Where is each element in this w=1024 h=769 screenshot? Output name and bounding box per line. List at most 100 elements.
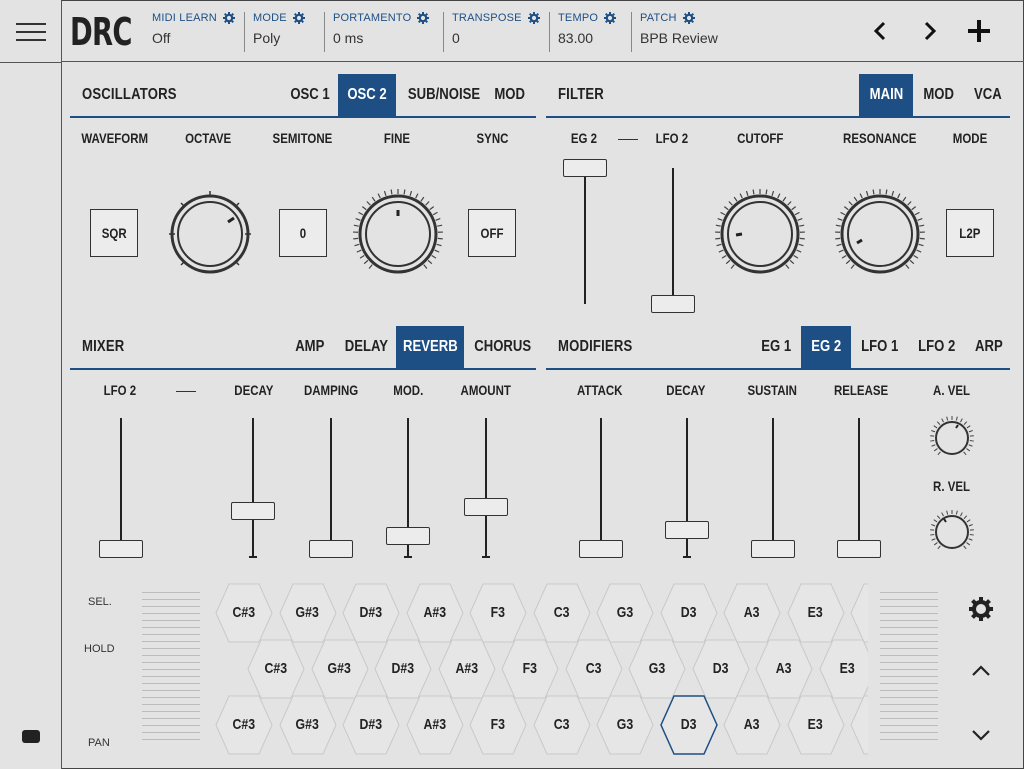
hex-key[interactable]: D3 <box>691 638 751 700</box>
gear-icon[interactable] <box>968 596 994 622</box>
eg2-slider-handle[interactable] <box>563 159 607 177</box>
param-transpose[interactable]: TRANSPOSE 0 <box>443 12 540 52</box>
chevron-up-icon[interactable] <box>970 664 992 678</box>
tab-osc1[interactable]: OSC 1 <box>280 74 340 116</box>
gear-icon[interactable] <box>417 12 430 24</box>
param-tempo[interactable]: TEMPO 83.00 <box>549 12 617 52</box>
r-vel-knob[interactable] <box>928 508 976 556</box>
left-touch-strip[interactable] <box>142 592 200 746</box>
param-midi-learn[interactable]: MIDI LEARN Off <box>144 12 235 52</box>
tab-vca[interactable]: VCA <box>966 74 1010 116</box>
fine-knob[interactable] <box>352 188 444 280</box>
hex-key[interactable]: F3 <box>468 582 528 644</box>
mixer-lfo2-slider-handle[interactable] <box>99 540 143 558</box>
lfo2-slider-track[interactable] <box>672 168 674 304</box>
tab-osc2[interactable]: OSC 2 <box>338 74 396 116</box>
next-patch-button[interactable] <box>922 20 938 42</box>
hex-key[interactable]: D#3 <box>373 638 433 700</box>
tab-lfo2[interactable]: LFO 2 <box>910 326 964 368</box>
tab-delay[interactable]: DELAY <box>338 326 394 368</box>
gear-icon[interactable] <box>527 12 540 24</box>
hex-key[interactable]: G3 <box>627 638 687 700</box>
hex-key[interactable]: I <box>849 582 868 644</box>
keyboard-icon[interactable] <box>22 730 40 743</box>
hex-key[interactable]: F3 <box>468 694 528 756</box>
mixer-amount-slider-track[interactable] <box>485 418 487 556</box>
param-mode[interactable]: MODE Poly <box>244 12 305 52</box>
hex-key[interactable]: A3 <box>722 694 782 756</box>
hex-key[interactable]: G#3 <box>278 694 338 756</box>
hex-key[interactable]: A#3 <box>437 638 497 700</box>
hex-key[interactable]: I <box>849 694 868 756</box>
a-vel-knob[interactable] <box>928 414 976 462</box>
gear-icon[interactable] <box>222 12 235 24</box>
hex-key[interactable]: D#3 <box>341 582 401 644</box>
hex-key[interactable]: E3 <box>786 694 846 756</box>
tab-amp[interactable]: AMP <box>288 326 332 368</box>
lfo2-slider-handle[interactable] <box>651 295 695 313</box>
modifier-sustain-slider-handle[interactable] <box>751 540 795 558</box>
right-touch-strip[interactable] <box>880 592 938 746</box>
tab-lfo1[interactable]: LFO 1 <box>855 326 905 368</box>
tab-mod[interactable]: MOD <box>484 74 536 116</box>
hex-key[interactable]: A#3 <box>405 694 465 756</box>
octave-knob[interactable] <box>164 188 256 280</box>
tab-eg2[interactable]: EG 2 <box>801 326 851 368</box>
hex-key[interactable]: C3 <box>532 582 592 644</box>
mixer-mod-slider-handle[interactable] <box>386 527 430 546</box>
mixer-decay-slider-track[interactable] <box>252 418 254 556</box>
modifier-decay-slider-handle[interactable] <box>665 520 709 539</box>
previous-patch-button[interactable] <box>872 20 888 42</box>
mixer-amount-slider-handle[interactable] <box>464 497 508 516</box>
tab-mod[interactable]: MOD <box>916 74 962 116</box>
hex-key[interactable]: D#3 <box>341 694 401 756</box>
add-patch-button[interactable] <box>966 18 992 44</box>
mixer-damping-slider-handle[interactable] <box>309 540 353 558</box>
resonance-knob[interactable] <box>834 188 926 280</box>
mixer-damping-slider-track[interactable] <box>330 418 332 556</box>
modifier-attack-slider-track[interactable] <box>600 418 602 556</box>
hex-key[interactable]: G#3 <box>310 638 370 700</box>
hex-key[interactable]: C3 <box>564 638 624 700</box>
filter-mode-selector[interactable]: L2P <box>946 209 994 257</box>
param-portamento[interactable]: PORTAMENTO 0 ms <box>324 12 430 52</box>
hex-key-highlighted[interactable]: D3 <box>659 694 719 756</box>
hex-key[interactable]: E3 <box>818 638 868 700</box>
tab-eg1[interactable]: EG 1 <box>754 326 798 368</box>
hex-key[interactable]: C#3 <box>214 694 274 756</box>
tab-arp[interactable]: ARP <box>968 326 1010 368</box>
param-patch[interactable]: PATCH BPB Review <box>631 12 718 52</box>
modifier-sustain-slider-track[interactable] <box>772 418 774 556</box>
menu-icon[interactable] <box>16 21 46 43</box>
cutoff-knob[interactable] <box>714 188 806 280</box>
tab-sub-noise[interactable]: SUB/NOISE <box>400 74 480 116</box>
tab-main[interactable]: MAIN <box>859 74 913 116</box>
gear-icon[interactable] <box>292 12 305 24</box>
modifier-attack-slider-handle[interactable] <box>579 540 623 558</box>
mixer-decay-slider-handle[interactable] <box>231 501 275 520</box>
hex-key[interactable]: D3 <box>659 582 719 644</box>
modifier-release-slider-track[interactable] <box>858 418 860 556</box>
hex-key[interactable]: F3 <box>500 638 560 700</box>
mixer-lfo2-slider-track[interactable] <box>120 418 122 556</box>
tab-chorus[interactable]: CHORUS <box>468 326 531 368</box>
eg2-slider-track[interactable] <box>584 168 586 304</box>
hex-key[interactable]: A3 <box>754 638 814 700</box>
semitone-selector[interactable]: 0 <box>279 209 327 257</box>
hex-key[interactable]: E3 <box>786 582 846 644</box>
gear-icon[interactable] <box>604 12 617 24</box>
waveform-selector[interactable]: SQR <box>90 209 138 257</box>
hex-key[interactable]: A3 <box>722 582 782 644</box>
hex-key[interactable]: G3 <box>595 582 655 644</box>
modifier-release-slider-handle[interactable] <box>837 540 881 558</box>
tab-reverb[interactable]: REVERB <box>396 326 464 368</box>
hex-key[interactable]: C#3 <box>246 638 306 700</box>
gear-icon[interactable] <box>682 12 695 24</box>
chevron-down-icon[interactable] <box>970 728 992 742</box>
hex-key[interactable]: C#3 <box>214 582 274 644</box>
hex-key[interactable]: G3 <box>595 694 655 756</box>
hex-key[interactable]: A#3 <box>405 582 465 644</box>
sync-toggle[interactable]: OFF <box>468 209 516 257</box>
hex-key[interactable]: C3 <box>532 694 592 756</box>
hex-key[interactable]: G#3 <box>278 582 338 644</box>
